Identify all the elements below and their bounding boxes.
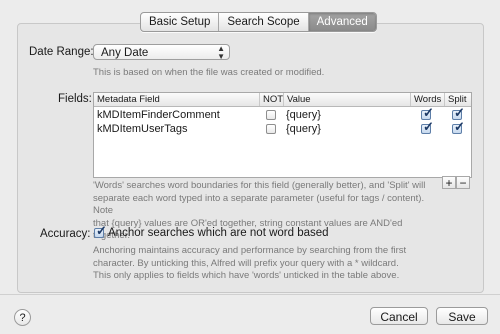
metadata-field-cell[interactable]: kMDItemUserTags [94,122,259,136]
checkmark-icon: ✓ [96,223,107,238]
words-checkbox[interactable]: ✓ [421,120,434,134]
help-button[interactable]: ? [14,309,31,326]
date-range-popup[interactable]: Any Date ▲ ▼ [93,44,230,61]
table-row[interactable]: kMDItemUserTags {query} ✓ ✓ [94,120,471,136]
checkmark-icon: ✓ [454,105,465,120]
accuracy-help-line: This only applies to fields which have '… [93,270,400,281]
anchor-searches-label[interactable]: Anchor searches which are not word based [108,227,329,239]
accuracy-help: Anchoring maintains accuracy and perform… [93,245,433,283]
table-header: Metadata Field NOT Value Words Split [94,93,471,107]
split-checkbox[interactable]: ✓ [452,120,465,134]
tab-segmented-control: Basic Setup Search Scope Advanced [140,12,377,32]
not-checkbox[interactable] [266,110,276,120]
not-checkbox[interactable] [266,124,276,134]
add-row-button[interactable]: + [442,176,456,189]
anchor-searches-checkbox[interactable]: ✓ [94,224,107,238]
fields-label: Fields: [58,93,92,105]
column-header-metadata-field[interactable]: Metadata Field [94,93,259,106]
tab-search-scope[interactable]: Search Scope [219,13,309,31]
tab-advanced[interactable]: Advanced [308,13,376,31]
column-header-value[interactable]: Value [283,93,410,106]
cancel-button[interactable]: Cancel [370,307,428,325]
value-cell[interactable]: {query} [283,108,410,122]
checkmark-icon: ✓ [423,119,434,134]
checkmark-icon: ✓ [423,105,434,120]
save-button[interactable]: Save [436,307,488,325]
table-row[interactable]: kMDItemFinderComment {query} ✓ ✓ [94,105,471,122]
date-range-value: Any Date [101,47,149,59]
fields-table[interactable]: Metadata Field NOT Value Words Split kMD… [93,92,472,178]
accuracy-label: Accuracy: [40,228,91,240]
fields-help-line: 'Words' searches word boundaries for thi… [93,180,426,191]
date-range-help: This is based on when the file was creat… [93,67,325,78]
remove-row-button[interactable]: − [456,176,470,189]
accuracy-help-line: Anchoring maintains accuracy and perform… [93,245,407,256]
tab-basic-setup[interactable]: Basic Setup [141,13,220,31]
column-header-not[interactable]: NOT [259,93,283,106]
updown-arrows-icon: ▲ ▼ [217,44,225,61]
checkmark-icon: ✓ [454,119,465,134]
metadata-field-cell[interactable]: kMDItemFinderComment [94,108,259,122]
date-range-label: Date Range: [29,46,94,58]
value-cell[interactable]: {query} [283,122,410,136]
footer-divider [0,294,500,295]
accuracy-help-line: character. By unticking this, Alfred wil… [93,257,399,269]
fields-help-line: separate each word typed into a separate… [93,192,425,217]
